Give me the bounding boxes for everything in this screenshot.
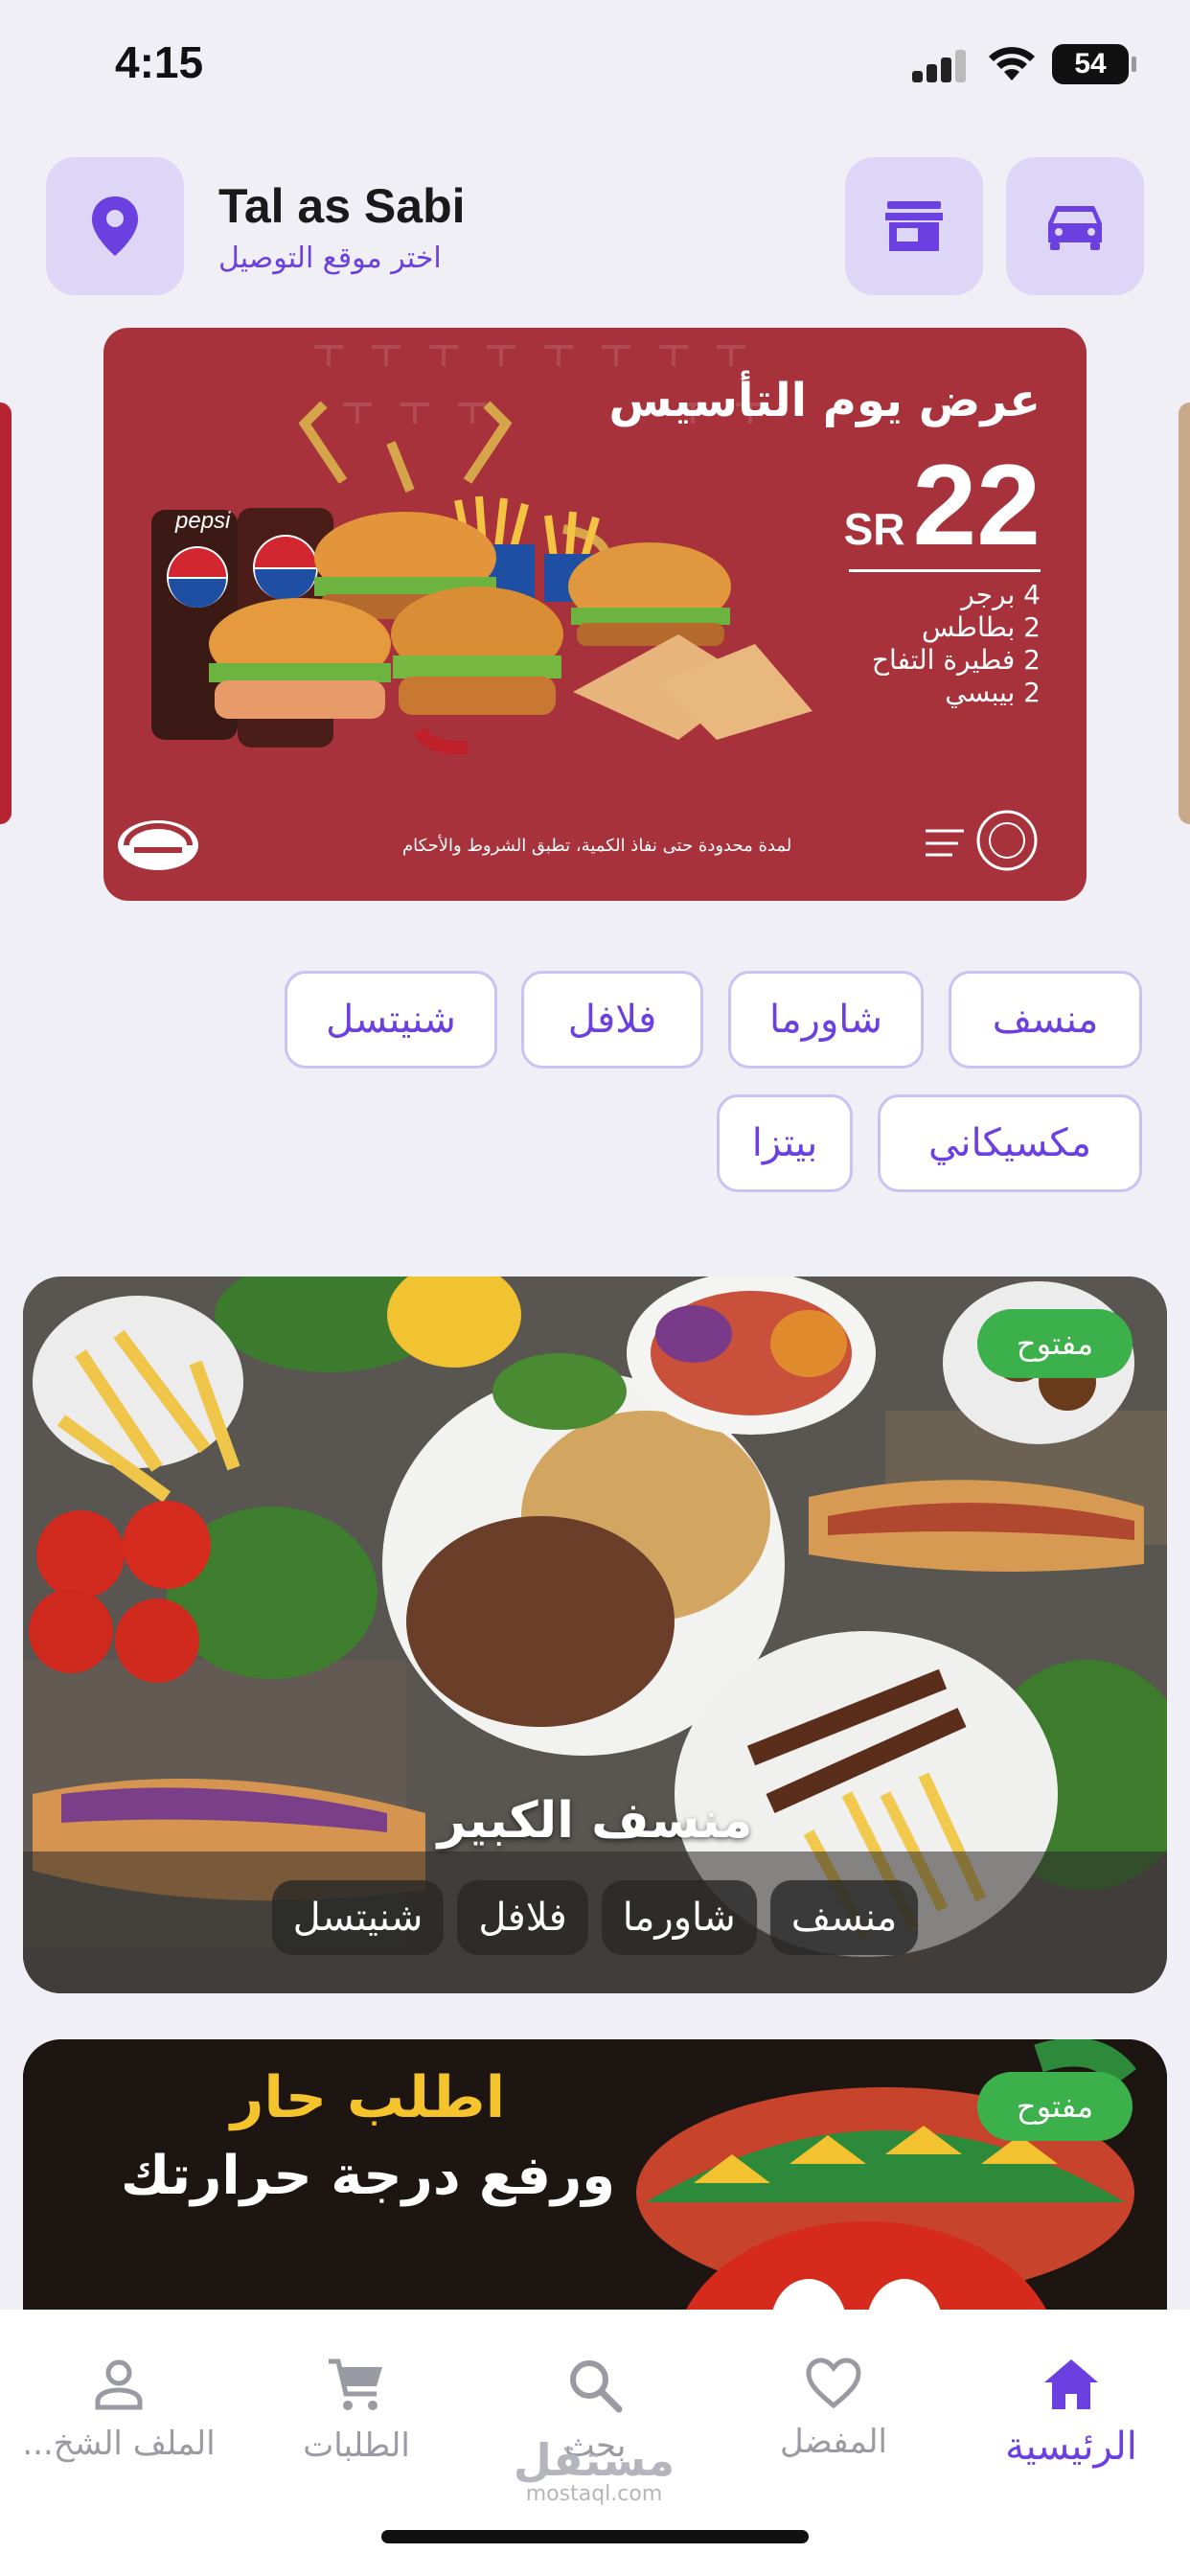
nav-profile[interactable]: الملف الشخ... <box>0 2310 238 2492</box>
banner-item: 2 بطاطس <box>921 611 1041 643</box>
restaurant-tag: شاورما <box>601 1880 757 1955</box>
heart-icon <box>806 2358 861 2409</box>
store-icon <box>885 201 943 251</box>
meal-illustration <box>151 495 812 755</box>
banner-currency: SR <box>843 504 905 554</box>
delivery-car-button[interactable] <box>1006 157 1144 295</box>
store-button[interactable] <box>845 157 983 295</box>
category-chip-mexican[interactable]: مكسيكاني <box>878 1094 1142 1192</box>
promo-headline: اطلب حار <box>230 2064 506 2131</box>
category-chip-shawarma[interactable]: شاورما <box>728 971 924 1069</box>
pepsi-label: pepsi <box>175 508 231 534</box>
home-screen: 4:15 54 Tal as Sabi اختر موقع التوصيل pe… <box>0 0 1190 2576</box>
watermark-arabic: مستقل <box>513 2434 675 2486</box>
restaurant-tag: شنيتسل <box>271 1880 445 1955</box>
banner-price-value: 22 <box>912 441 1041 569</box>
restaurant-tag: منسف <box>769 1880 919 1955</box>
status-bar: 4:15 54 <box>0 0 1190 134</box>
restaurant-card[interactable]: مفتوح منسف الكبير منسف شاورما فلافل شنيت… <box>23 1276 1167 1993</box>
location-title[interactable]: Tal as Sabi <box>218 178 466 234</box>
nav-label: الطلبات <box>303 2426 410 2465</box>
next-banner-peek[interactable] <box>1179 402 1190 824</box>
wifi-icon <box>989 47 1035 80</box>
restaurant-name: منسف الكبير <box>437 1792 753 1850</box>
open-status-badge: مفتوح <box>977 2072 1133 2141</box>
cart-icon <box>329 2358 382 2410</box>
category-chip-schnitzel[interactable]: شنيتسل <box>285 971 497 1069</box>
nav-label: الرئيسية <box>1005 2425 1137 2469</box>
location-button[interactable] <box>46 157 184 295</box>
restaurant-logo-icon <box>118 820 198 870</box>
banner-price: SR 22 <box>843 441 1041 569</box>
category-chip-falafel[interactable]: فلافل <box>521 971 703 1069</box>
promo-banner[interactable]: pepsi عرض يوم التأسيس SR 22 4 برجر 2 بطا… <box>103 328 1087 901</box>
banner-item: 2 فطيرة التفاح <box>871 644 1041 676</box>
previous-banner-peek[interactable] <box>0 402 11 824</box>
nav-orders[interactable]: الطلبات <box>238 2310 475 2492</box>
nav-label: المفضل <box>780 2423 887 2461</box>
nav-favorites[interactable]: المفضل <box>715 2310 952 2492</box>
home-icon <box>1044 2359 1098 2409</box>
category-chip-mansaf[interactable]: منسف <box>949 971 1142 1069</box>
banner-item: 2 بيبسي <box>945 677 1041 708</box>
car-icon <box>1048 206 1102 250</box>
search-icon <box>570 2360 623 2413</box>
banner-item: 4 برجر <box>961 579 1041 610</box>
banner-terms: لمدة محدودة حتى نفاذ الكمية، تطبق الشروط… <box>402 836 792 856</box>
nav-label: الملف الشخ... <box>22 2425 216 2463</box>
founding-day-seal-icon <box>926 810 1038 871</box>
promo-subline: ورفع درجة حرارتك <box>120 2145 616 2207</box>
location-pin-icon <box>92 196 138 256</box>
cellular-signal-icon <box>912 50 966 82</box>
watermark: مستقل mostaql.com <box>479 2434 709 2506</box>
restaurant-tag: فلافل <box>457 1880 588 1955</box>
banner-title: عرض يوم التأسيس <box>608 374 1041 427</box>
banner-items: 4 برجر 2 بطاطس 2 فطيرة التفاح 2 بيبسي <box>872 579 1041 709</box>
location-subtitle[interactable]: اختر موقع التوصيل <box>218 242 442 275</box>
nav-home[interactable]: الرئيسية <box>952 2310 1190 2492</box>
status-time: 4:15 <box>115 37 204 87</box>
restaurant-tags: منسف شاورما فلافل شنيتسل <box>23 1880 1167 1955</box>
home-indicator[interactable] <box>381 2530 809 2543</box>
battery-indicator: 54 <box>1052 44 1136 84</box>
open-status-badge: مفتوح <box>977 1309 1133 1378</box>
category-chip-pizza[interactable]: بيتزا <box>717 1094 853 1192</box>
profile-icon <box>95 2359 143 2410</box>
banner-divider <box>849 569 1041 572</box>
